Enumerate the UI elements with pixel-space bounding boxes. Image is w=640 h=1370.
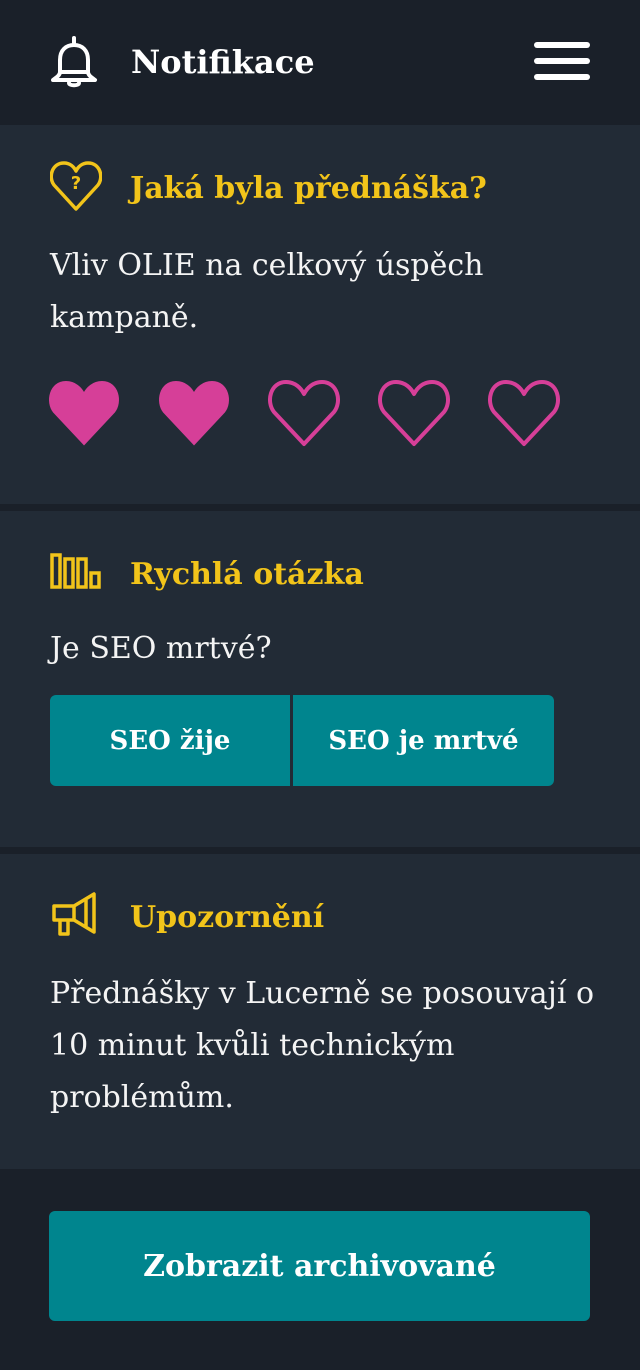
poll-options: SEO žije SEO je mrtvé <box>50 695 554 786</box>
show-archived-button[interactable]: Zobrazit archivované <box>49 1211 590 1321</box>
rating-card-text: Vliv OLIE na celkový úspěch kampaně. <box>50 248 484 335</box>
heart-outline-icon[interactable] <box>488 378 560 448</box>
notice-card: Upozornění Přednášky v Lucerně se posouv… <box>0 854 640 1169</box>
rating-card-heading: Jaká byla přednáška? <box>130 171 487 206</box>
heart-outline-icon[interactable] <box>378 378 450 448</box>
hamburger-menu-icon[interactable] <box>532 40 592 82</box>
heart-rating <box>48 378 588 450</box>
poll-option-seo-dead-button[interactable]: SEO je mrtvé <box>293 695 554 786</box>
bar-chart-icon <box>50 553 101 589</box>
poll-card: Rychlá otázka Je SEO mrtvé? SEO žije SEO… <box>0 511 640 847</box>
heart-filled-icon[interactable] <box>48 378 120 448</box>
bell-icon[interactable] <box>48 36 100 88</box>
megaphone-icon <box>52 892 96 936</box>
svg-text:?: ? <box>71 173 81 194</box>
poll-question: Je SEO mrtvé? <box>50 631 272 666</box>
poll-option-seo-alive-button[interactable]: SEO žije <box>50 695 290 786</box>
rating-card: ? Jaká byla přednáška? Vliv OLIE na celk… <box>0 125 640 504</box>
heart-question-icon: ? <box>50 161 102 211</box>
heart-filled-icon[interactable] <box>158 378 230 448</box>
poll-card-heading: Rychlá otázka <box>130 557 364 592</box>
notice-card-heading: Upozornění <box>130 900 325 935</box>
page-title: Notifikace <box>131 43 315 81</box>
notice-text: Přednášky v Lucerně se posouvají o 10 mi… <box>50 976 595 1115</box>
app-header: Notifikace <box>0 0 640 125</box>
heart-outline-icon[interactable] <box>268 378 340 448</box>
